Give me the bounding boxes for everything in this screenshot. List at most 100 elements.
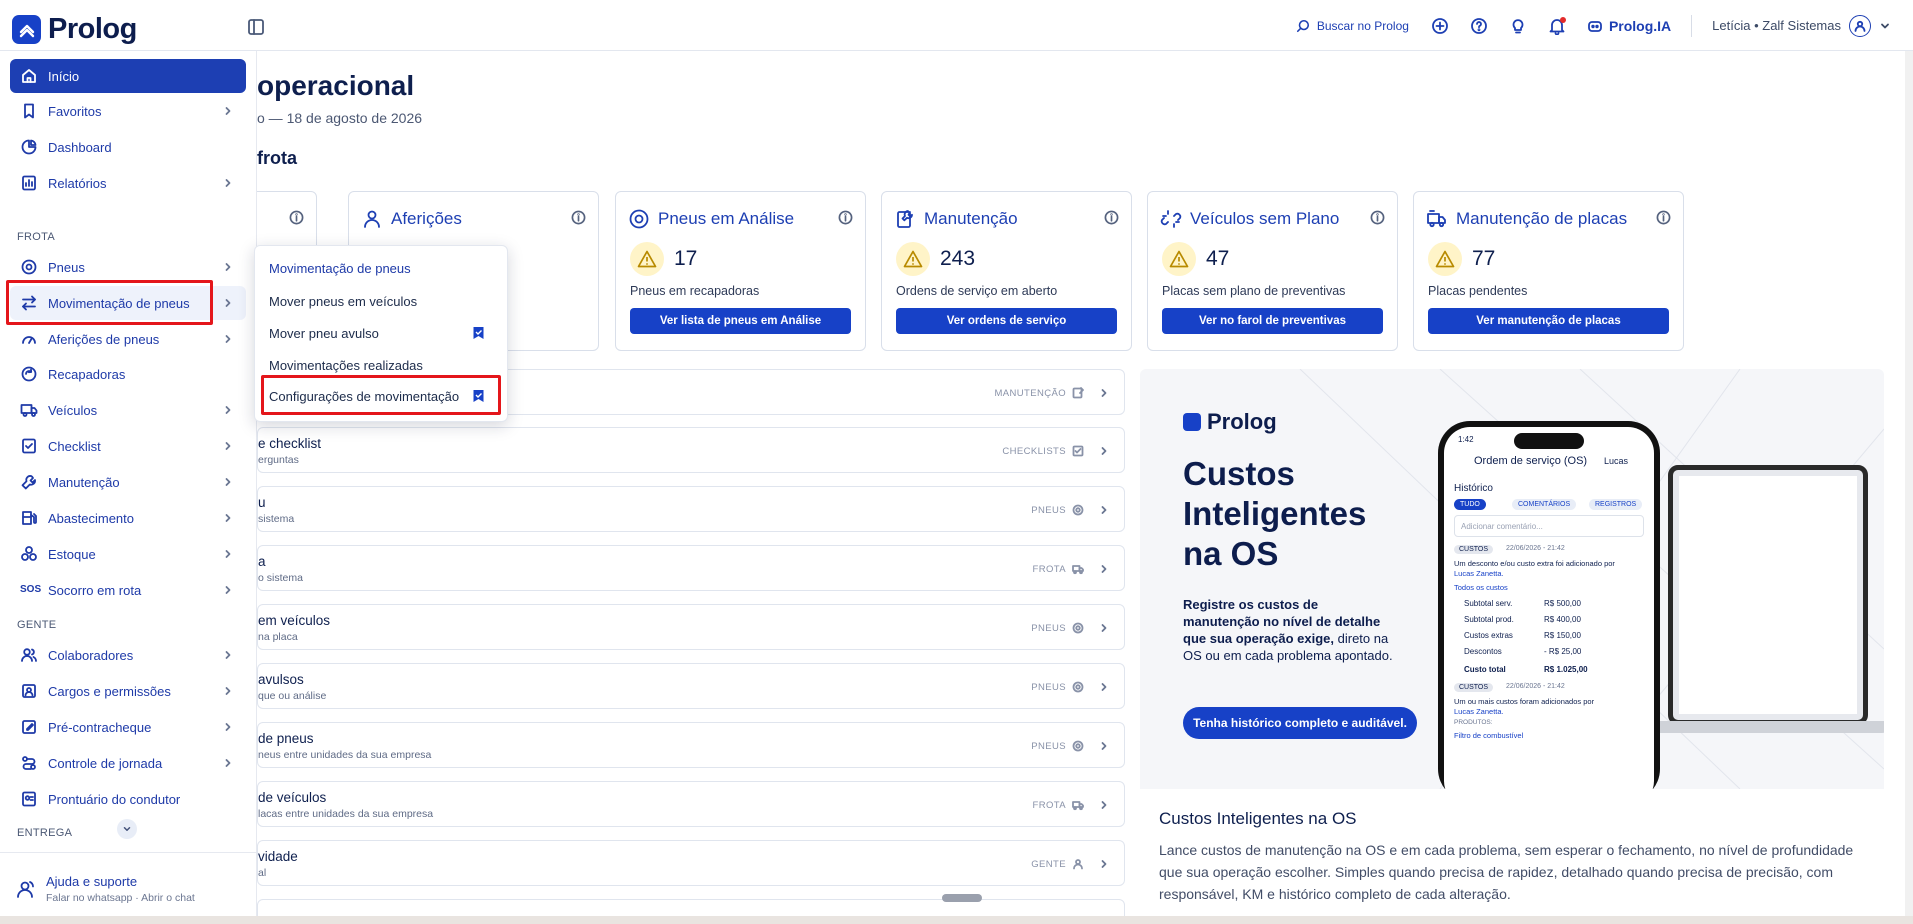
movimentacao-submenu: Movimentação de pneus Mover pneus em veí… [254,245,508,422]
prolog-ia-button[interactable]: Prolog.IA [1587,18,1671,34]
submenu-item-label: Movimentações realizadas [269,357,423,373]
submenu-item-label: Mover pneu avulso [269,325,379,341]
sidebar-item-socorro[interactable]: SOS Socorro em rota [10,573,246,607]
sidebar-item-label: Pneus [48,259,85,275]
phone-user: Lucas [1604,456,1629,466]
prolog-ia-label: Prolog.IA [1608,17,1672,34]
add-icon[interactable] [1431,17,1449,35]
info-icon[interactable] [1104,210,1119,225]
sidebar-item-manutencao[interactable]: Manutenção [10,465,246,499]
chevron-right-icon [225,759,231,767]
truck-wrench-icon [1427,210,1446,228]
submenu-item-movimentacoes-realizadas[interactable]: Movimentações realizadas [269,353,495,377]
promo-banner[interactable]: Prolog Custos Inteligentes na OS Registr… [1140,369,1884,789]
window-bottom-edge [0,916,1913,924]
favorite-bookmark-icon[interactable] [472,326,485,340]
sidebar-item-relatorios[interactable]: Relatórios [10,166,246,200]
info-icon[interactable] [1370,210,1385,225]
list-item-subtitle: lacas entre unidades da sua empresa [258,808,434,820]
submenu-item-configuracoes-de-movimentacao[interactable]: Configurações de movimentação [269,384,495,408]
info-icon[interactable] [571,210,586,225]
list-item-tag: PNEUS [1031,681,1066,693]
sidebar-item-controle-de-jornada[interactable]: Controle de jornada [10,746,246,780]
list-item[interactable]: e checklist erguntas CHECKLISTS [257,427,1125,473]
phone-line-label: Custos extras [1464,631,1513,640]
help-icon[interactable] [1470,17,1488,35]
sidebar-item-abastecimento[interactable]: Abastecimento [10,501,246,535]
truck-icon [20,404,38,417]
chevron-right-icon [225,406,231,414]
sidebar-item-cargos[interactable]: Cargos e permissões [10,674,246,708]
list-item-tag: MANUTENÇÃO [994,387,1066,399]
checklist-icon [1072,445,1084,457]
sidebar-item-label: Prontuário do condutor [48,791,181,807]
list-item[interactable]: vidade al GENTE [257,840,1125,886]
tire-icon [1072,681,1084,693]
sidebar-item-movimentacao-de-pneus[interactable]: Movimentação de pneus [10,286,246,320]
info-icon[interactable] [1656,210,1671,225]
favorite-bookmark-icon[interactable] [472,389,485,403]
help-support[interactable]: Ajuda e suporte Falar no whatsapp · Abri… [0,852,257,924]
sidebar-item-label: Movimentação de pneus [48,295,190,311]
sidebar-item-veiculos[interactable]: Veículos [10,393,246,427]
promo-card: Prolog Custos Inteligentes na OS Registr… [1140,369,1884,924]
sidebar-item-prontuario[interactable]: Prontuário do condutor [10,782,246,816]
collapse-sidebar-icon[interactable] [246,17,266,37]
fuel-pump-icon [22,511,37,525]
card-button[interactable]: Ver manutenção de placas [1428,308,1669,334]
list-item[interactable]: a o sistema FROTA [257,545,1125,591]
list-item[interactable]: de veículos lacas entre unidades da sua … [257,781,1125,827]
sidebar-item-pneus[interactable]: Pneus [10,250,246,284]
list-item-tag: FROTA [1032,563,1066,575]
sidebar-item-estoque[interactable]: Estoque [10,537,246,571]
chevron-right-icon [225,514,231,522]
avatar [1849,14,1871,37]
sidebar-item-recapadoras[interactable]: Recapadoras [10,357,246,391]
card-value: 47 [1206,247,1230,270]
card-title: Pneus em Análise [658,209,795,228]
list-item-tag: PNEUS [1031,622,1066,634]
promo-headline: Custos Inteligentes na OS [1183,455,1367,572]
notification-bell-icon[interactable] [1548,16,1566,35]
card-title: Aferições [391,209,462,228]
chevron-down-icon [1881,23,1889,28]
list-item[interactable]: em veículos na placa PNEUS [257,604,1125,650]
list-item-title: avulsos [258,672,304,687]
list-item[interactable]: avulsos que ou análise PNEUS [257,663,1125,709]
card-button[interactable]: Ver no farol de preventivas [1162,308,1383,334]
prolog-logo-icon [1183,413,1201,431]
sidebar-item-favoritos[interactable]: Favoritos [10,94,246,128]
promo-cta-button[interactable]: Tenha histórico completo e auditável. [1183,707,1417,739]
submenu-title: Movimentação de pneus [269,261,411,276]
submenu-item-mover-pneus-em-veiculos[interactable]: Mover pneus em veículos [269,289,495,313]
sidebar-item-inicio[interactable]: Início [10,59,246,93]
sidebar-item-colaboradores[interactable]: Colaboradores [10,638,246,672]
phone-screen: 1:42 Ordem de serviço (OS) Lucas Históri… [1444,427,1654,789]
user-menu[interactable]: Letícia • Zalf Sistemas [1712,14,1891,37]
scroll-down-button[interactable] [117,819,137,839]
list-item-title: de pneus [258,731,314,746]
sidebar-item-pre-contracheque[interactable]: Pré-contracheque [10,710,246,744]
phone-mockup: 1:42 Ordem de serviço (OS) Lucas Históri… [1438,421,1660,789]
chevron-right-icon [1101,742,1107,750]
chevron-right-icon [225,687,231,695]
list-item[interactable]: u sistema PNEUS [257,486,1125,532]
sidebar-item-label: Abastecimento [48,510,134,526]
sidebar-item-afericoes[interactable]: Aferições de pneus [10,322,246,356]
search-button[interactable]: Buscar no Prolog [1296,19,1409,33]
card-button[interactable]: Ver ordens de serviço [896,308,1117,334]
lightbulb-icon[interactable] [1509,17,1527,35]
card-button[interactable]: Ver lista de pneus em Análise [630,308,851,334]
vertical-scrollbar[interactable] [1905,51,1913,916]
list-item[interactable]: de pneus neus entre unidades da sua empr… [257,722,1125,768]
list-item-subtitle: o sistema [258,572,303,584]
sidebar-item-dashboard[interactable]: Dashboard [10,130,246,164]
sidebar-item-checklist[interactable]: Checklist [10,429,246,463]
list-item-title: de veículos [258,790,327,805]
horizontal-scrollbar[interactable] [942,894,982,902]
info-icon[interactable] [289,210,304,225]
submenu-item-mover-pneu-avulso[interactable]: Mover pneu avulso [269,321,495,345]
phone-date: 22/06/2026 - 21:42 [1506,545,1565,552]
prolog-logo[interactable]: Prolog [12,13,137,46]
info-icon[interactable] [838,210,853,225]
